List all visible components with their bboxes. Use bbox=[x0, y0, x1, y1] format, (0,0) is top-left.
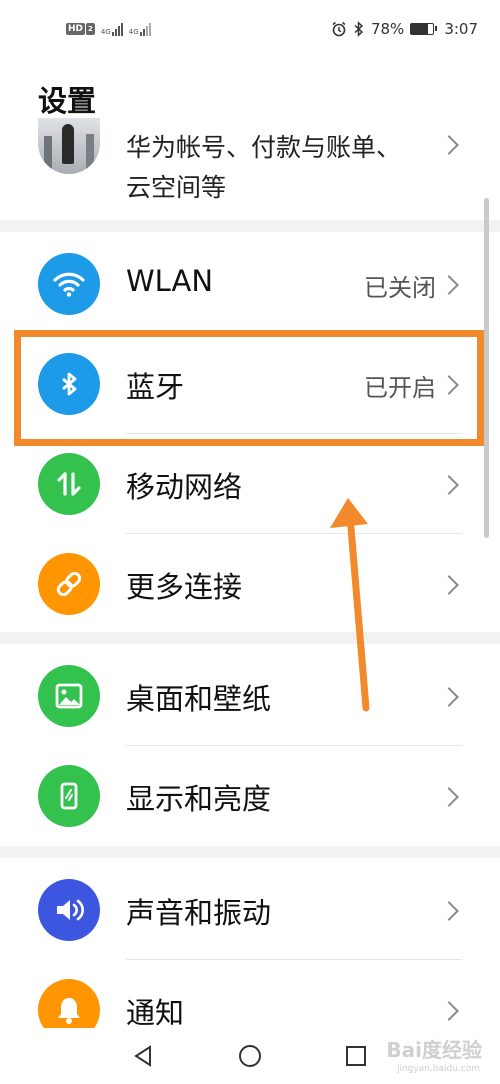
row-label: 桌面和壁纸 bbox=[126, 682, 272, 716]
wifi-icon bbox=[38, 253, 100, 315]
settings-row-notifications[interactable]: 通知 bbox=[0, 960, 500, 1028]
network-type-2: 4G bbox=[128, 28, 139, 36]
highlight-box bbox=[14, 330, 484, 446]
settings-row-wlan[interactable]: WLAN 已关闭 bbox=[0, 234, 500, 334]
row-label: 更多连接 bbox=[126, 570, 243, 604]
network-type-1: 4G bbox=[100, 28, 111, 36]
section-gap bbox=[0, 220, 500, 232]
battery-icon bbox=[410, 23, 438, 35]
account-description: 华为帐号、付款与账单、云空间等 bbox=[126, 133, 402, 202]
settings-row-more-connections[interactable]: 更多连接 bbox=[0, 534, 500, 634]
wallpaper-icon bbox=[38, 665, 100, 727]
chevron-right-icon bbox=[439, 901, 459, 921]
page-title: 设置 bbox=[38, 84, 97, 118]
settings-row-display[interactable]: 显示和亮度 bbox=[0, 746, 500, 846]
recents-icon[interactable] bbox=[345, 1045, 367, 1067]
display-icon bbox=[38, 765, 100, 827]
watermark-sub: jingyan.baidu.com bbox=[396, 1064, 480, 1074]
row-label: 显示和亮度 bbox=[126, 782, 272, 816]
row-label: 通知 bbox=[126, 996, 185, 1028]
chevron-right-icon bbox=[439, 135, 459, 155]
watermark: Bai度经验 bbox=[386, 1038, 482, 1062]
settings-row-mobile-network[interactable]: 移动网络 bbox=[0, 434, 500, 534]
chevron-right-icon bbox=[439, 787, 459, 807]
settings-row-wallpaper[interactable]: 桌面和壁纸 bbox=[0, 646, 500, 746]
chevron-right-icon bbox=[439, 575, 459, 595]
scrollbar[interactable] bbox=[484, 198, 489, 538]
mobile-data-icon bbox=[38, 453, 100, 515]
section-gap bbox=[0, 846, 500, 858]
clock: 3:07 bbox=[444, 20, 478, 38]
bell-icon bbox=[38, 979, 100, 1028]
back-icon[interactable] bbox=[132, 1044, 154, 1068]
chevron-right-icon bbox=[439, 687, 459, 707]
arrow-annotation bbox=[330, 498, 370, 712]
row-status: 已关闭 bbox=[364, 274, 436, 302]
chevron-right-icon bbox=[439, 475, 459, 495]
chevron-right-icon bbox=[439, 275, 459, 295]
settings-row-sound[interactable]: 声音和振动 bbox=[0, 860, 500, 960]
sound-icon bbox=[38, 879, 100, 941]
hd-sub: 2 bbox=[86, 23, 95, 35]
row-label: 声音和振动 bbox=[126, 896, 272, 930]
bluetooth-icon bbox=[354, 21, 364, 37]
home-icon[interactable] bbox=[238, 1044, 262, 1068]
row-label: WLAN bbox=[126, 264, 214, 298]
battery-fill bbox=[411, 24, 429, 34]
hd-badge: HD bbox=[66, 23, 86, 35]
section-gap bbox=[0, 632, 500, 644]
avatar bbox=[38, 118, 100, 174]
status-bar: HD 2 4G 4G 78% 3:07 bbox=[0, 0, 500, 58]
alarm-icon bbox=[332, 21, 346, 37]
battery-percent: 78% bbox=[370, 20, 405, 38]
link-icon bbox=[38, 553, 100, 615]
signal-icon bbox=[111, 22, 123, 36]
chevron-right-icon bbox=[439, 1001, 459, 1021]
row-label: 移动网络 bbox=[126, 470, 243, 504]
signal-icon bbox=[139, 22, 151, 36]
